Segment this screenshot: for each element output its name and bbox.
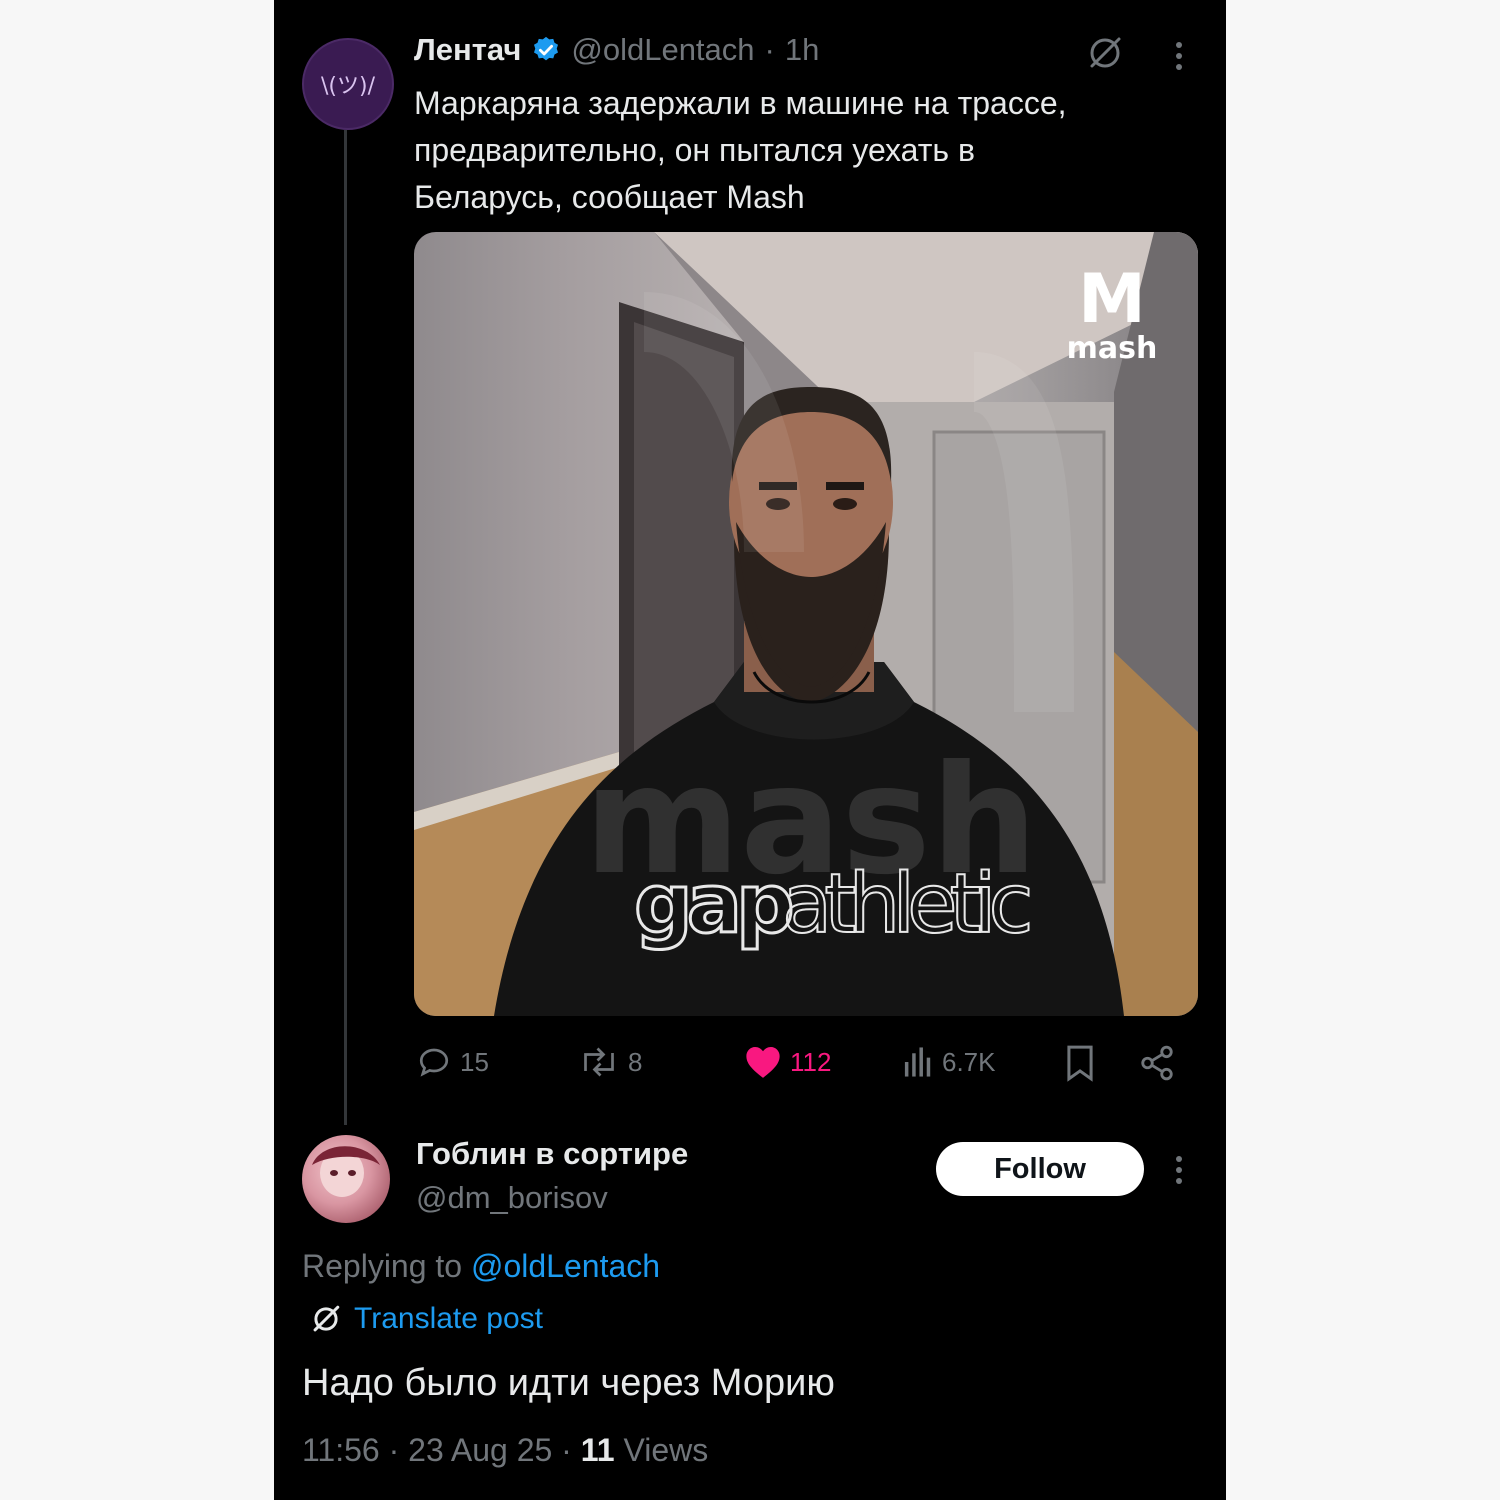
reply-meta-separator: · bbox=[561, 1432, 572, 1468]
reply-meta-separator: · bbox=[388, 1432, 400, 1468]
repost-icon bbox=[584, 1047, 614, 1077]
reply-date[interactable]: 23 Aug 25 bbox=[408, 1432, 552, 1468]
grok-icon[interactable] bbox=[1086, 34, 1124, 72]
post-image[interactable]: mash gap athletic M mash bbox=[414, 232, 1198, 1016]
mash-logo-text: mash bbox=[1066, 331, 1158, 366]
reply-author-name[interactable]: Гоблин в сортире bbox=[416, 1136, 688, 1172]
share-icon bbox=[1141, 1045, 1173, 1081]
post-more-icon[interactable] bbox=[1174, 40, 1184, 72]
post-author-name[interactable]: Лентач bbox=[414, 32, 521, 68]
reply-views-count: 11 bbox=[580, 1432, 615, 1468]
reply-action[interactable]: 15 bbox=[416, 1044, 489, 1080]
post-text-line: Беларусь, сообщает Mash bbox=[414, 179, 805, 215]
share-action[interactable] bbox=[1138, 1044, 1176, 1082]
reply-text: Надо было идти через Морию bbox=[302, 1362, 835, 1404]
bookmark-icon bbox=[1067, 1045, 1093, 1082]
views-count: 6.7K bbox=[942, 1046, 996, 1077]
views-bar-chart-icon bbox=[904, 1047, 931, 1077]
shirt-text-light: athletic bbox=[782, 857, 1029, 952]
verified-badge-icon bbox=[531, 35, 561, 65]
like-action[interactable]: 112 bbox=[744, 1044, 831, 1080]
repost-action[interactable]: 8 bbox=[578, 1044, 642, 1080]
replying-to-prefix: Replying to bbox=[302, 1248, 471, 1284]
like-count: 112 bbox=[790, 1046, 832, 1077]
replying-to-line: Replying to @oldLentach bbox=[302, 1248, 660, 1285]
repost-count: 8 bbox=[628, 1046, 643, 1077]
lentach-avatar[interactable]: \(ツ)/ bbox=[302, 38, 394, 130]
reply-views-label: Views bbox=[623, 1432, 709, 1468]
grok-translate-icon bbox=[313, 1305, 340, 1332]
mash-logo: M mash bbox=[1062, 260, 1162, 366]
heart-icon bbox=[746, 1046, 780, 1078]
translate-post-link[interactable]: Translate post bbox=[310, 1302, 543, 1336]
post-text-line: Маркаряна задержали в машине на трассе, bbox=[414, 85, 1067, 121]
avatar-shrug-text: \(ツ)/ bbox=[321, 74, 375, 99]
post-time[interactable]: 1h bbox=[785, 32, 819, 68]
reply-time[interactable]: 11:56 bbox=[302, 1432, 380, 1468]
shirt-text-bold: gap bbox=[634, 857, 792, 952]
post-separator: · bbox=[764, 32, 775, 67]
reply-meta: 11:56 · 23 Aug 25 · 11 Views bbox=[302, 1432, 708, 1469]
mash-logo-letter: M bbox=[1078, 260, 1146, 339]
post-text: Маркаряна задержали в машине на трассе, … bbox=[414, 80, 1194, 221]
post-handle[interactable]: @oldLentach bbox=[571, 32, 754, 68]
replying-to-handle-link[interactable]: @oldLentach bbox=[471, 1248, 660, 1284]
reply-more-icon[interactable] bbox=[1174, 1154, 1184, 1186]
reply-icon bbox=[419, 1048, 449, 1077]
post-text-line: предварительно, он пытался уехать в bbox=[414, 132, 975, 168]
follow-button[interactable]: Follow bbox=[936, 1142, 1144, 1196]
bookmark-action[interactable] bbox=[1064, 1044, 1096, 1082]
reply-count: 15 bbox=[460, 1046, 489, 1077]
thread-connector-line bbox=[344, 130, 347, 1125]
reply-author-handle[interactable]: @dm_borisov bbox=[416, 1180, 608, 1216]
translate-post-label: Translate post bbox=[354, 1302, 543, 1335]
post-header: Лентач @oldLentach · 1h bbox=[414, 32, 819, 68]
views-action[interactable]: 6.7K bbox=[902, 1044, 996, 1080]
avatar-image bbox=[312, 1146, 380, 1197]
dm-borisov-avatar[interactable] bbox=[302, 1135, 390, 1223]
tweet-thread-screen: \(ツ)/ Лентач @oldLentach · 1h Маркаряна … bbox=[274, 0, 1226, 1500]
